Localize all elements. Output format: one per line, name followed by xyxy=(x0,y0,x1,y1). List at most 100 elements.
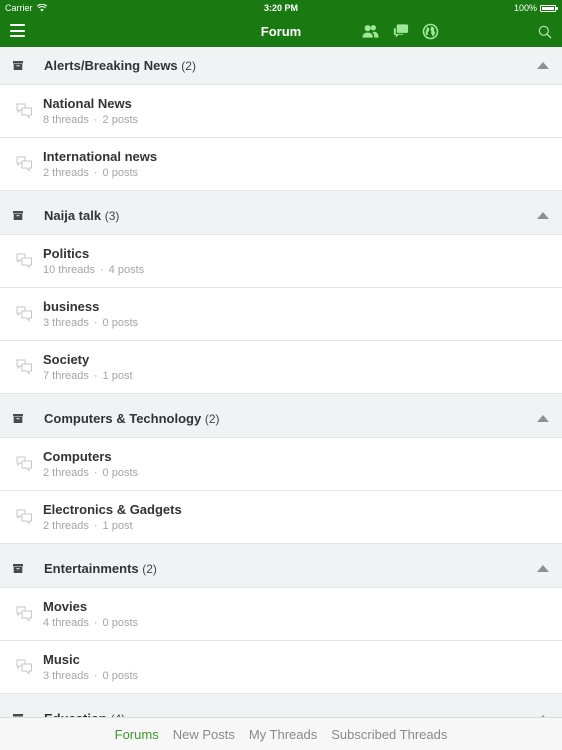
forum-name: Music xyxy=(43,652,80,667)
forum-icon xyxy=(16,606,32,622)
clock: 3:20 PM xyxy=(263,3,298,13)
forum-name: Movies xyxy=(43,599,88,614)
post-count: 4 posts xyxy=(108,264,145,276)
forum-row[interactable]: Computers 2 threads · 0 posts xyxy=(0,438,562,491)
forum-icon xyxy=(16,659,32,675)
forum-stats: 10 threads · 4 posts xyxy=(43,264,144,276)
category-count: (2) xyxy=(142,562,157,576)
thread-count: 3 threads xyxy=(43,670,89,682)
battery-icon xyxy=(540,4,558,12)
category-icon xyxy=(13,61,23,70)
category-header[interactable]: Alerts/Breaking News (2) xyxy=(0,47,562,85)
thread-count: 4 threads xyxy=(43,617,89,629)
category-header[interactable]: Education (4) xyxy=(0,700,562,717)
forum-stats: 2 threads · 0 posts xyxy=(43,467,138,479)
collapse-arrow-icon[interactable] xyxy=(537,212,549,219)
collapse-arrow-icon[interactable] xyxy=(537,62,549,69)
forum-row[interactable]: Politics 10 threads · 4 posts xyxy=(0,235,562,288)
post-count: 0 posts xyxy=(102,317,139,329)
separator: · xyxy=(93,167,98,179)
category-name: Entertainments xyxy=(44,561,139,576)
category-count: (3) xyxy=(104,209,120,223)
forum-stats: 2 threads · 1 post xyxy=(43,520,133,532)
separator: · xyxy=(93,670,98,682)
forum-icon xyxy=(16,306,32,322)
globe-icon[interactable] xyxy=(422,23,439,40)
forum-row[interactable]: Electronics & Gadgets 2 threads · 1 post xyxy=(0,491,562,544)
thread-count: 2 threads xyxy=(43,167,89,179)
forum-row[interactable]: business 3 threads · 0 posts xyxy=(0,288,562,341)
forum-name: business xyxy=(43,299,100,314)
tab-subscribed-threads[interactable]: Subscribed Threads xyxy=(331,727,447,742)
category-icon xyxy=(13,414,23,423)
tab-new-posts[interactable]: New Posts xyxy=(173,727,235,742)
battery-percent: 100% xyxy=(513,3,537,13)
status-bar: Carrier 3:20 PM 100% xyxy=(0,0,562,16)
post-count: 0 posts xyxy=(102,670,139,682)
page-title: Forum xyxy=(260,24,302,39)
forum-icon xyxy=(16,253,32,269)
category-name: Alerts/Breaking News xyxy=(44,58,178,73)
forum-stats: 2 threads · 0 posts xyxy=(43,167,138,179)
separator: · xyxy=(93,317,98,329)
category-header[interactable]: Entertainments (2) xyxy=(0,550,562,588)
category-header[interactable]: Computers & Technology (2) xyxy=(0,400,562,438)
forum-icon xyxy=(16,103,32,119)
thread-count: 2 threads xyxy=(43,467,89,479)
tab-forums[interactable]: Forums xyxy=(115,727,159,742)
tab-my-threads[interactable]: My Threads xyxy=(249,727,317,742)
post-count: 0 posts xyxy=(102,617,139,629)
separator: · xyxy=(93,467,98,479)
conversations-icon[interactable] xyxy=(392,23,409,40)
category-icon xyxy=(13,211,23,220)
forum-row[interactable]: Movies 4 threads · 0 posts xyxy=(0,588,562,641)
category-name: Computers & Technology xyxy=(44,411,202,426)
forum-icon xyxy=(16,359,32,375)
category-count: (2) xyxy=(204,412,220,426)
forum-row[interactable]: National News 8 threads · 2 posts xyxy=(0,85,562,138)
forum-icon xyxy=(16,156,32,172)
members-icon[interactable] xyxy=(362,23,379,40)
forum-name: Society xyxy=(43,352,90,367)
collapse-arrow-icon[interactable] xyxy=(537,565,549,572)
forum-row[interactable]: International news 2 threads · 0 posts xyxy=(0,138,562,191)
forum-stats: 3 threads · 0 posts xyxy=(43,317,138,329)
separator: · xyxy=(93,617,98,629)
forum-row[interactable]: Music 3 threads · 0 posts xyxy=(0,641,562,694)
forum-name: Computers xyxy=(43,449,112,464)
forum-name: International news xyxy=(43,149,158,164)
category-icon xyxy=(13,564,23,573)
post-count: 0 posts xyxy=(102,467,139,479)
separator: · xyxy=(93,114,98,126)
forum-row[interactable]: Society 7 threads · 1 post xyxy=(0,341,562,394)
post-count: 1 post xyxy=(102,520,133,532)
category-title: Entertainments (2) xyxy=(44,561,157,576)
forum-stats: 4 threads · 0 posts xyxy=(43,617,138,629)
category-title: Naija talk (3) xyxy=(44,208,119,223)
category-title: Alerts/Breaking News (2) xyxy=(44,58,196,73)
category-header[interactable]: Naija talk (3) xyxy=(0,197,562,235)
forum-list: Alerts/Breaking News (2) National News 8 t… xyxy=(0,47,562,717)
forum-name: Electronics & Gadgets xyxy=(43,502,182,517)
category-name: Naija talk xyxy=(44,208,102,223)
thread-count: 3 threads xyxy=(43,317,89,329)
forum-name: Politics xyxy=(43,246,90,261)
battery: 100% xyxy=(513,3,558,13)
post-count: 1 post xyxy=(102,370,133,382)
category-title: Computers & Technology (2) xyxy=(44,411,220,426)
thread-count: 7 threads xyxy=(43,370,89,382)
thread-count: 2 threads xyxy=(43,520,89,532)
forum-stats: 3 threads · 0 posts xyxy=(43,670,138,682)
forum-icon xyxy=(16,456,32,472)
separator: · xyxy=(99,264,104,276)
forum-stats: 8 threads · 2 posts xyxy=(43,114,138,126)
tab-bar: Forums New Posts My Threads Subscribed Thre… xyxy=(0,717,562,750)
thread-count: 8 threads xyxy=(43,114,89,126)
forum-icon xyxy=(16,509,32,525)
menu-icon[interactable] xyxy=(10,24,25,37)
category-count: (2) xyxy=(181,59,196,73)
forum-stats: 7 threads · 1 post xyxy=(43,370,133,382)
separator: · xyxy=(93,370,98,382)
collapse-arrow-icon[interactable] xyxy=(537,415,549,422)
search-icon[interactable] xyxy=(538,25,552,39)
